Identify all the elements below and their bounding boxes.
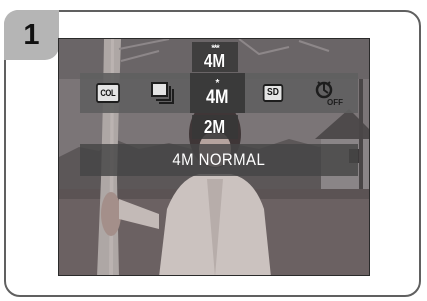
status-text: 4M NORMAL — [172, 150, 266, 169]
menu-item-self-timer[interactable]: OFF — [300, 73, 355, 113]
resolution-label: 4M — [206, 86, 229, 108]
resolution-label: 2M — [204, 117, 226, 137]
menu-item-color-mode[interactable]: COL — [80, 73, 135, 113]
self-timer-off-icon: OFF — [315, 81, 343, 106]
sd-card-icon: SD — [262, 84, 283, 102]
menu-item-drive-mode[interactable] — [135, 73, 190, 113]
resolution-option-above[interactable]: *** 4M — [192, 42, 238, 72]
continuous-drive-icon — [150, 82, 174, 104]
step-number: 1 — [4, 10, 59, 60]
status-bar: 4M NORMAL — [80, 144, 358, 176]
menu-item-image-size[interactable]: * 4M — [190, 73, 245, 113]
resolution-option-below[interactable]: 2M — [192, 115, 238, 139]
resolution-label: 4M — [204, 51, 226, 71]
color-mode-icon: COL — [95, 83, 120, 103]
menu-item-media[interactable]: SD — [245, 73, 300, 113]
recording-menu-bar: COL * 4M SD OFF — [80, 73, 358, 113]
camera-lcd-screen: *** 4M COL * 4M SD OFF 2M 4M NORMAL — [58, 38, 370, 276]
timer-off-label: OFF — [327, 98, 343, 106]
image-size-icon: * 4M — [204, 78, 230, 108]
